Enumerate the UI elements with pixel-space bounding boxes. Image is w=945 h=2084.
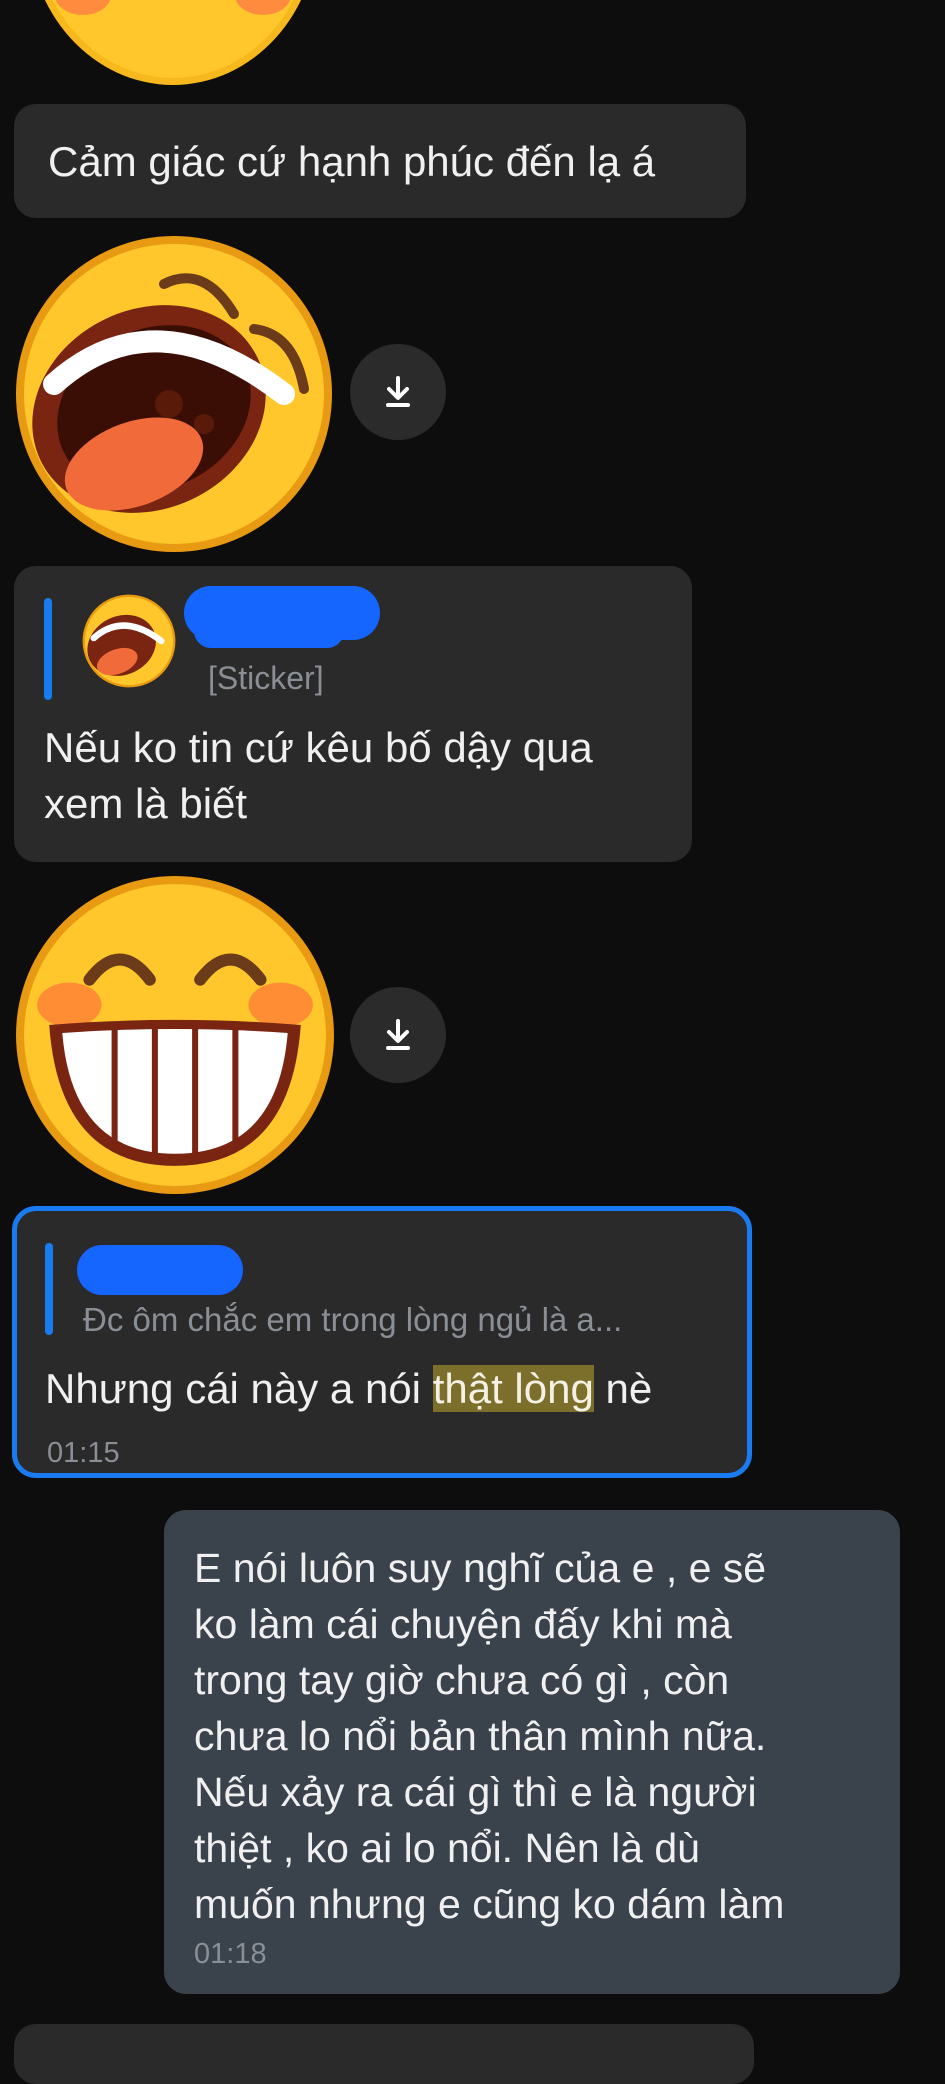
message-text: Cảm giác cứ hạnh phúc đến lạ á [48, 138, 656, 185]
message-text-part: Nhưng cái này a nói [45, 1365, 433, 1412]
download-icon [386, 1019, 410, 1050]
grinning-sticker[interactable] [14, 874, 336, 1196]
quote-bar [45, 1243, 53, 1335]
laughing-sticker[interactable] [14, 234, 334, 554]
download-sticker-button[interactable] [350, 344, 446, 440]
message-text: E nói luôn suy nghĩ của e , e sẽ ko làm … [194, 1545, 785, 1927]
message-bubble-incoming-partial[interactable] [14, 2024, 754, 2084]
message-bubble-incoming-reply[interactable]: [Sticker] Nếu ko tin cứ kêu bố dậy qua x… [14, 566, 692, 862]
download-icon [386, 376, 410, 407]
message-text: Nhưng cái này a nói thật lòng nè [45, 1361, 652, 1417]
message-bubble-incoming[interactable]: Cảm giác cứ hạnh phúc đến lạ á [14, 104, 746, 218]
laughing-emoji-icon [82, 594, 176, 688]
laughing-emoji-icon [16, 236, 332, 552]
grinning-emoji-icon [16, 876, 334, 1194]
quoted-preview: [Sticker] [208, 660, 324, 696]
search-highlight: thật lòng [432, 1365, 594, 1412]
message-bubble-outgoing[interactable]: E nói luôn suy nghĩ của e , e sẽ ko làm … [164, 1510, 900, 1994]
quoted-sticker-thumbnail [82, 594, 176, 688]
message-bubble-incoming-reply-selected[interactable]: Đc ôm chắc em trong lòng ngủ là a... Như… [12, 1206, 752, 1478]
message-time: 01:15 [47, 1437, 120, 1469]
message-text-part: nè [593, 1365, 653, 1412]
redacted-sender-name [77, 1245, 243, 1295]
quoted-preview: Đc ôm chắc em trong lòng ngủ là a... [83, 1301, 623, 1338]
emoji-icon [44, 0, 302, 85]
sticker-top-partial[interactable] [28, 0, 318, 90]
download-sticker-button[interactable] [350, 987, 446, 1083]
redacted-sender-name [194, 614, 344, 648]
message-text: Nếu ko tin cứ kêu bố dậy qua xem là biết [44, 724, 593, 827]
message-time: 01:18 [194, 1938, 267, 1970]
quote-bar [44, 598, 52, 700]
